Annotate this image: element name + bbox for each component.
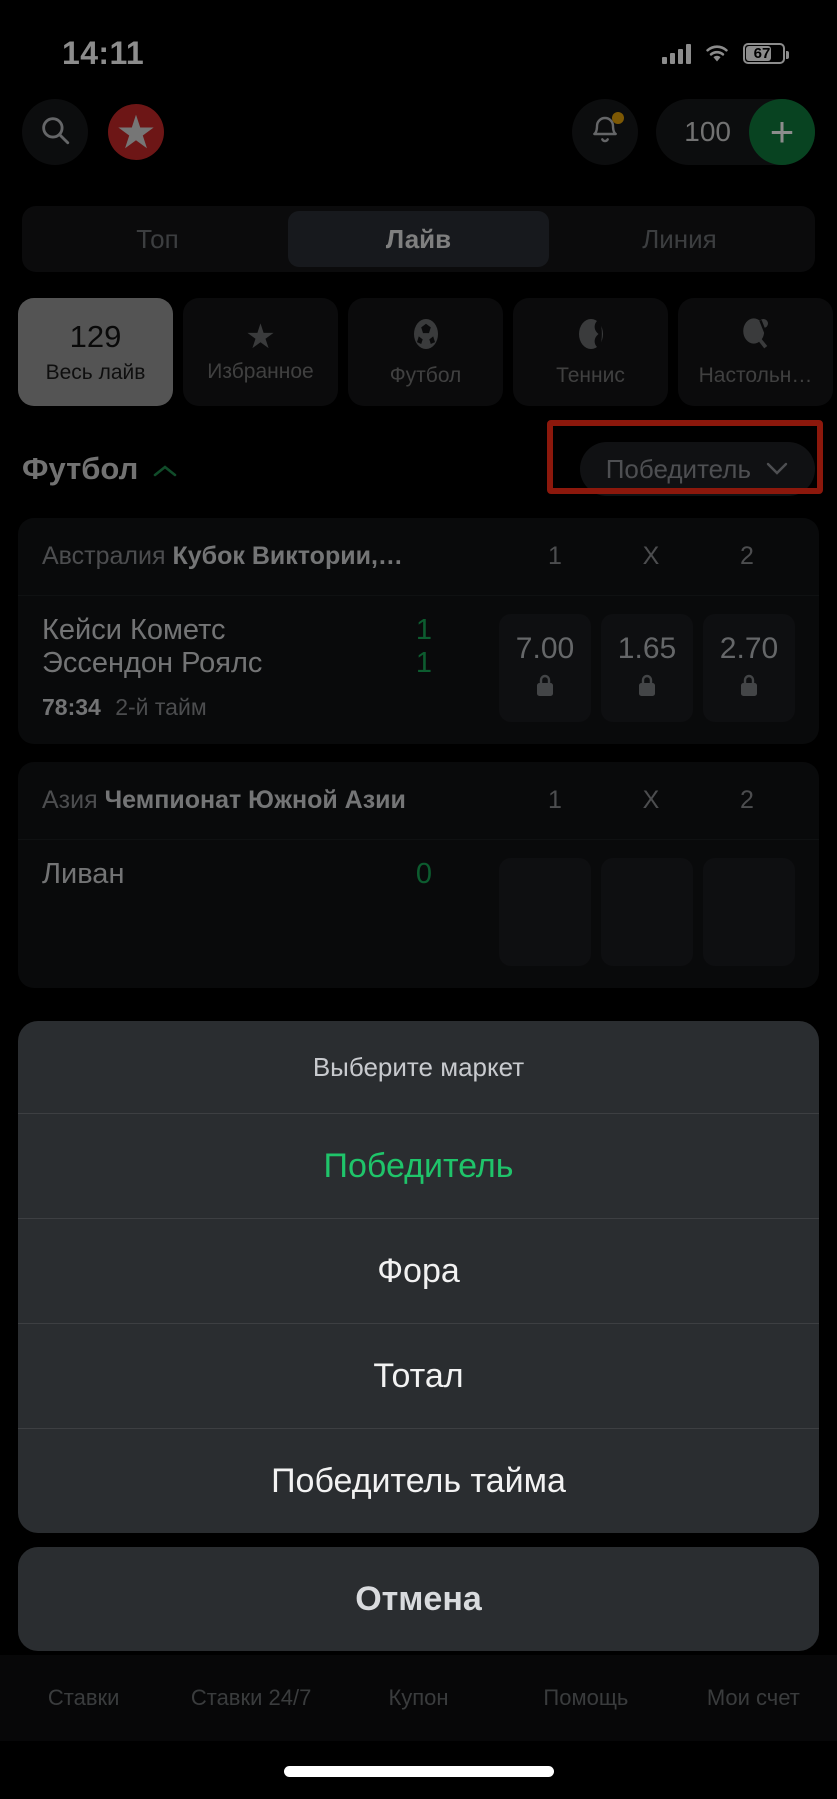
battery-level-text: 67 <box>753 44 771 62</box>
action-sheet-title: Выберите маркет <box>312 1051 525 1082</box>
action-sheet-option-winner[interactable]: Победитель <box>18 1114 819 1218</box>
action-sheet-option-half-winner[interactable]: Победитель тайма <box>18 1429 819 1533</box>
action-sheet-option-total[interactable]: Тотал <box>18 1324 819 1428</box>
market-action-sheet: Выберите маркет Победитель Фора Тотал По… <box>18 1021 819 1651</box>
action-sheet-cancel-button[interactable]: Отмена <box>18 1547 819 1651</box>
home-indicator <box>283 1766 554 1777</box>
action-sheet-group: Выберите маркет Победитель Фора Тотал По… <box>18 1021 819 1533</box>
action-sheet-option-handicap[interactable]: Фора <box>18 1219 819 1323</box>
phone-screen: 14:11 67 ★ 100 + Топ Лайв Линия 129 Весь… <box>0 0 837 1799</box>
